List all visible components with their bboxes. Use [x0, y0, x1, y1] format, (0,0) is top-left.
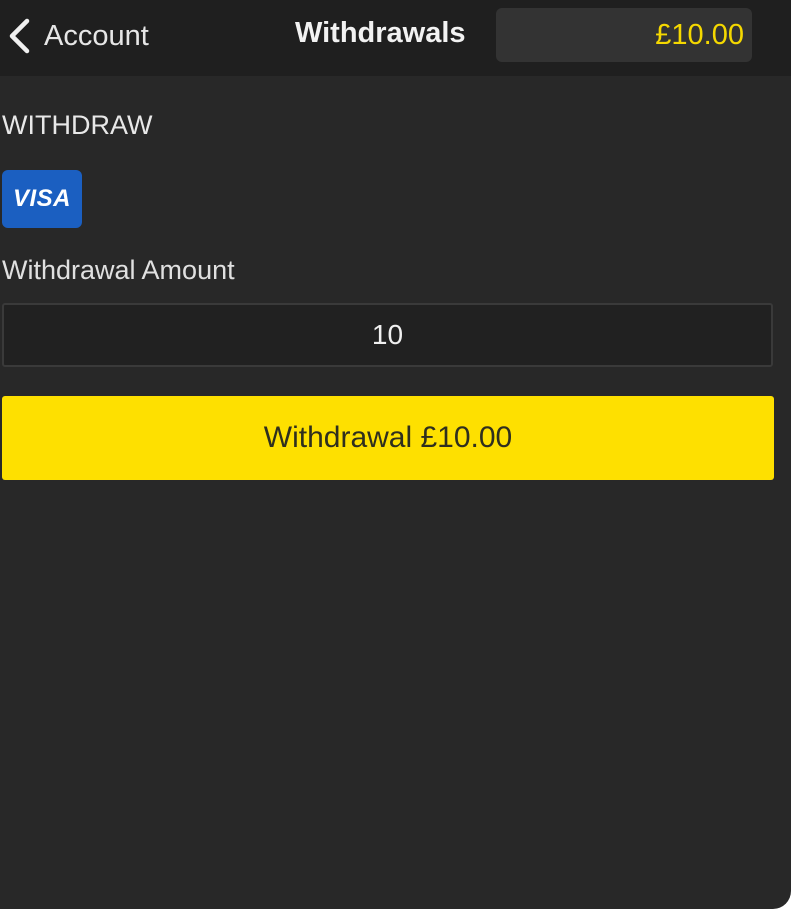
- visa-label: VISA: [12, 185, 71, 212]
- visa-card-icon[interactable]: VISA: [2, 170, 82, 228]
- chevron-left-icon: [6, 16, 32, 56]
- withdrawal-amount-input[interactable]: [2, 303, 773, 367]
- balance-display: £10.00: [496, 8, 752, 62]
- withdrawal-amount-label: Withdrawal Amount: [2, 255, 235, 285]
- withdraw-button[interactable]: Withdrawal £10.00: [2, 396, 774, 480]
- balance-value: £10.00: [655, 19, 744, 51]
- back-button[interactable]: Account: [6, 14, 149, 58]
- page-title: Withdrawals: [295, 17, 466, 49]
- top-bar: Account Withdrawals £10.00: [0, 0, 791, 76]
- withdrawals-screen: Account Withdrawals £10.00 WITHDRAW VISA…: [0, 0, 791, 909]
- withdraw-heading: WITHDRAW: [2, 110, 153, 140]
- back-label: Account: [44, 19, 149, 52]
